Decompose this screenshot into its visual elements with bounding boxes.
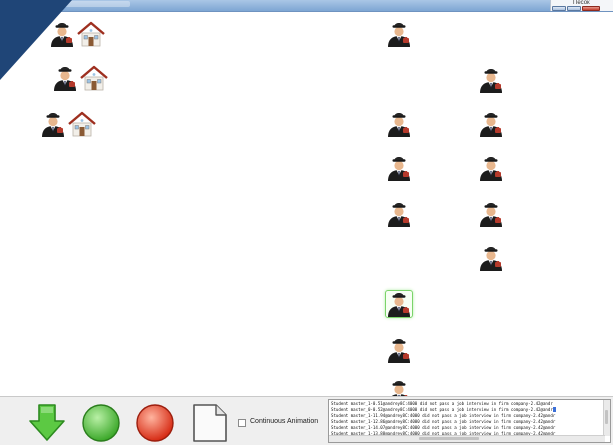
red-circle-icon[interactable] bbox=[134, 403, 176, 443]
company-house-icon[interactable] bbox=[80, 65, 108, 91]
student-agent-icon[interactable] bbox=[386, 21, 412, 47]
minimize-button[interactable] bbox=[552, 6, 566, 11]
student-agent-icon[interactable] bbox=[385, 290, 413, 318]
console-vertical-scrollbar[interactable] bbox=[603, 400, 610, 436]
continuous-animation-checkbox[interactable] bbox=[238, 419, 246, 427]
green-circle-icon[interactable] bbox=[80, 403, 122, 443]
blank-document-icon[interactable] bbox=[188, 403, 230, 443]
corner-decoration bbox=[0, 0, 72, 80]
console-vscroll-thumb[interactable] bbox=[605, 410, 608, 424]
simulation-canvas[interactable] bbox=[0, 12, 613, 396]
company-house-icon[interactable] bbox=[77, 21, 105, 47]
student-agent-icon[interactable] bbox=[386, 155, 412, 181]
student-agent-icon[interactable] bbox=[386, 201, 412, 227]
student-agent-icon[interactable] bbox=[478, 155, 504, 181]
continuous-animation-label: Continuous Animation bbox=[250, 418, 319, 425]
student-agent-icon[interactable] bbox=[478, 67, 504, 93]
log-console[interactable]: Student master_1-0.51@andrey8C:4000 did … bbox=[328, 399, 611, 443]
student-agent-icon[interactable] bbox=[386, 111, 412, 137]
console-lines: Student master_1-0.51@andrey8C:4000 did … bbox=[331, 401, 603, 436]
window-controls bbox=[552, 6, 600, 11]
company-house-icon[interactable] bbox=[68, 111, 96, 137]
text-cursor bbox=[552, 407, 556, 413]
student-agent-icon[interactable] bbox=[386, 337, 412, 363]
student-agent-icon[interactable] bbox=[40, 111, 66, 137]
student-agent-icon[interactable] bbox=[478, 201, 504, 227]
maximize-button[interactable] bbox=[567, 6, 581, 11]
green-down-arrow-icon[interactable] bbox=[26, 403, 68, 443]
console-horizontal-scrollbar[interactable] bbox=[329, 435, 605, 442]
close-button[interactable] bbox=[582, 6, 600, 11]
student-agent-icon[interactable] bbox=[478, 245, 504, 271]
control-toolbar: Continuous Animation Student master_1-0.… bbox=[0, 396, 613, 445]
student-agent-icon[interactable] bbox=[478, 111, 504, 137]
window-title-bar[interactable] bbox=[0, 0, 613, 12]
console-hscroll-thumb[interactable] bbox=[419, 437, 479, 440]
